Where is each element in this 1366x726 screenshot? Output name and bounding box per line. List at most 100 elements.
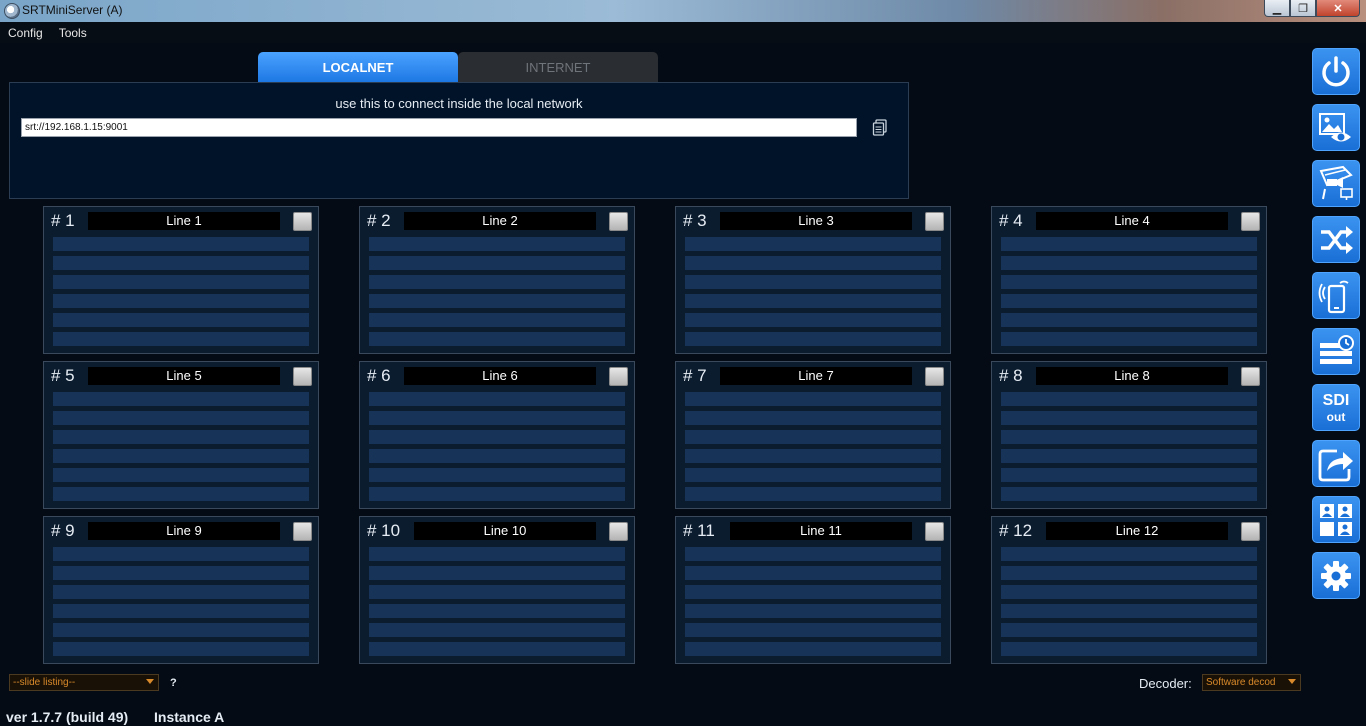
schedule-button[interactable]: [1312, 328, 1360, 375]
connection-slot: [1001, 585, 1257, 599]
tab-internet[interactable]: INTERNET: [458, 52, 658, 82]
connection-slot: [53, 256, 309, 270]
line-grid: # 1 Line 1 # 2 Line 2 # 3 Line 3 # 4 Line 4 # 5 L…: [43, 206, 1267, 664]
settings-button[interactable]: [1312, 552, 1360, 599]
connection-slot: [53, 411, 309, 425]
slide-listing-dropdown[interactable]: --slide listing--: [9, 674, 159, 691]
connection-slot: [685, 392, 941, 406]
connection-slot: [53, 237, 309, 251]
line-enable-checkbox[interactable]: [1241, 367, 1260, 386]
line-enable-checkbox[interactable]: [1241, 212, 1260, 231]
tab-localnet[interactable]: LOCALNET: [258, 52, 458, 82]
connection-slot: [685, 237, 941, 251]
line-enable-checkbox[interactable]: [925, 212, 944, 231]
connection-slot: [1001, 623, 1257, 637]
connection-slot: [1001, 313, 1257, 327]
connection-slot: [369, 411, 625, 425]
line-number: # 10: [367, 521, 401, 540]
line-enable-checkbox[interactable]: [293, 212, 312, 231]
camera-network-icon: [1319, 165, 1353, 200]
line-panel: # 6 Line 6: [359, 361, 635, 509]
decoder-label: Decoder:: [1139, 676, 1192, 691]
share-button[interactable]: [1312, 440, 1360, 487]
connection-slot: [53, 585, 309, 599]
connection-slot: [369, 294, 625, 308]
connection-slot: [369, 332, 625, 346]
camera-network-button[interactable]: [1312, 160, 1360, 207]
maximize-button[interactable]: ❐: [1290, 0, 1316, 17]
line-name-field[interactable]: Line 4: [1036, 212, 1228, 230]
menu-config[interactable]: Config: [0, 26, 51, 40]
help-link[interactable]: ?: [170, 677, 177, 689]
menu-tools[interactable]: Tools: [51, 26, 95, 40]
line-name-field[interactable]: Line 8: [1036, 367, 1228, 385]
connection-slot: [685, 604, 941, 618]
copy-icon[interactable]: [872, 119, 888, 136]
connection-slot: [53, 623, 309, 637]
connection-slot: [53, 487, 309, 501]
line-number: # 5: [51, 366, 75, 385]
users-icon: [1320, 503, 1352, 536]
decoder-dropdown[interactable]: Software decod: [1202, 674, 1301, 691]
shuffle-icon: [1321, 225, 1353, 254]
line-enable-checkbox[interactable]: [925, 522, 944, 541]
line-name-field[interactable]: Line 10: [414, 522, 596, 540]
line-name-field[interactable]: Line 1: [88, 212, 280, 230]
connection-slot: [369, 585, 625, 599]
line-enable-checkbox[interactable]: [609, 522, 628, 541]
connection-slot: [685, 275, 941, 289]
connection-slot: [685, 585, 941, 599]
connection-slot: [685, 430, 941, 444]
line-enable-checkbox[interactable]: [609, 212, 628, 231]
connection-slot: [369, 313, 625, 327]
power-button[interactable]: [1312, 48, 1360, 95]
users-button[interactable]: [1312, 496, 1360, 543]
line-number: # 9: [51, 521, 75, 540]
srt-url-field[interactable]: [21, 118, 857, 137]
line-name-field[interactable]: Line 5: [88, 367, 280, 385]
connection-slot: [369, 642, 625, 656]
connection-slot: [369, 275, 625, 289]
out-label: out: [1326, 409, 1346, 424]
line-panel: # 2 Line 2: [359, 206, 635, 354]
connection-slot: [53, 392, 309, 406]
connection-slot: [53, 468, 309, 482]
line-enable-checkbox[interactable]: [293, 522, 312, 541]
connection-slot: [53, 275, 309, 289]
line-enable-checkbox[interactable]: [609, 367, 628, 386]
line-enable-checkbox[interactable]: [1241, 522, 1260, 541]
line-name-field[interactable]: Line 3: [720, 212, 912, 230]
connection-slot: [685, 313, 941, 327]
line-name-field[interactable]: Line 2: [404, 212, 596, 230]
line-number: # 3: [683, 211, 707, 230]
line-enable-checkbox[interactable]: [293, 367, 312, 386]
image-preview-button[interactable]: [1312, 104, 1360, 151]
sdi-out-button[interactable]: SDI out: [1312, 384, 1360, 431]
line-name-field[interactable]: Line 11: [730, 522, 912, 540]
line-name-field[interactable]: Line 6: [404, 367, 596, 385]
connection-slot: [1001, 487, 1257, 501]
close-button[interactable]: ✕: [1316, 0, 1360, 17]
line-number: # 2: [367, 211, 391, 230]
line-panel: # 8 Line 8: [991, 361, 1267, 509]
mobile-button[interactable]: [1312, 272, 1360, 319]
instance-label: Instance A: [154, 709, 225, 725]
chevron-down-icon: [1288, 679, 1296, 684]
line-number: # 7: [683, 366, 707, 385]
mobile-icon: [1318, 280, 1349, 313]
line-number: # 11: [683, 521, 715, 540]
connection-slot: [369, 237, 625, 251]
line-panel: # 1 Line 1: [43, 206, 319, 354]
connection-slot: [1001, 237, 1257, 251]
shuffle-button[interactable]: [1312, 216, 1360, 263]
connect-hint: use this to connect inside the local net…: [335, 96, 583, 111]
decoder-value: Software decod: [1206, 677, 1276, 688]
line-name-field[interactable]: Line 12: [1046, 522, 1228, 540]
line-name-field[interactable]: Line 7: [720, 367, 912, 385]
chevron-down-icon: [146, 679, 154, 684]
line-enable-checkbox[interactable]: [925, 367, 944, 386]
connection-slot: [1001, 547, 1257, 561]
minimize-button[interactable]: ▁: [1264, 0, 1290, 17]
line-name-field[interactable]: Line 9: [88, 522, 280, 540]
connection-slot: [1001, 392, 1257, 406]
